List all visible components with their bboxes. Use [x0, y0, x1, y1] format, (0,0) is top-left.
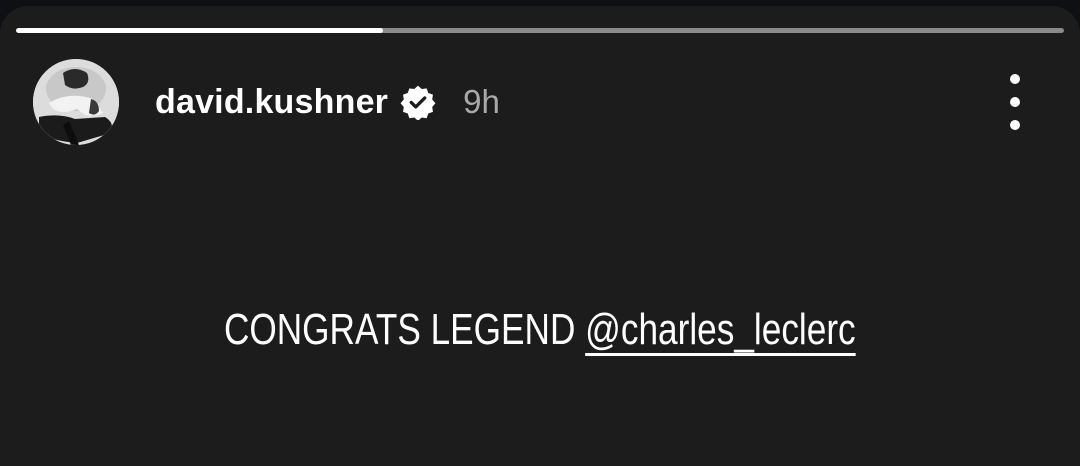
username[interactable]: david.kushner: [155, 83, 388, 122]
avatar[interactable]: [33, 59, 119, 145]
more-options-button[interactable]: [996, 74, 1034, 130]
story-viewer: david.kushner 9h CONGRATS LEGEND @charle…: [0, 6, 1080, 466]
story-header: david.kushner 9h: [33, 59, 500, 145]
story-progress-fill: [16, 28, 383, 33]
more-vertical-icon-dot: [1010, 97, 1020, 107]
verified-badge-icon: [400, 85, 436, 120]
avatar-photo: [33, 59, 119, 145]
mention-link[interactable]: @charles_leclerc: [585, 305, 856, 354]
story-caption: CONGRATS LEGEND @charles_leclerc: [0, 302, 1080, 358]
story-progress-bar: [16, 28, 1064, 33]
post-time: 9h: [463, 83, 500, 120]
more-vertical-icon-dot: [1010, 120, 1020, 130]
caption-text: CONGRATS LEGEND: [224, 305, 586, 354]
caption-text-wrap: CONGRATS LEGEND @charles_leclerc: [224, 302, 856, 358]
more-vertical-icon: [1010, 74, 1020, 84]
